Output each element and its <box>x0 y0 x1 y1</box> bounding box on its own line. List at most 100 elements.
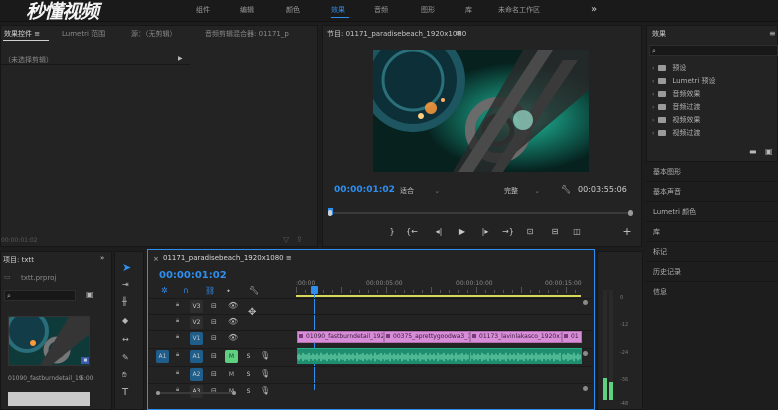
type-tool-icon[interactable]: T <box>122 388 128 398</box>
tab-effect-controls[interactable]: 效果控件 ≡ <box>4 29 40 39</box>
chevron-right-icon[interactable]: › <box>652 104 654 111</box>
chevron-right-icon[interactable]: › <box>652 130 654 137</box>
extract-icon[interactable]: ⊟ <box>548 228 562 236</box>
tab-audio-clip-mixer[interactable]: 音频剪辑混合器: 01171_p <box>205 29 289 39</box>
lift-icon[interactable]: ⊡ <box>523 228 537 236</box>
hand-tool-icon[interactable]: ✋︎ <box>122 371 127 379</box>
solo-button[interactable]: S <box>242 350 255 363</box>
track-select-icon[interactable]: ⇥ <box>122 281 129 289</box>
audio-clip-0[interactable] <box>297 348 384 364</box>
panel-section-4[interactable]: 标记 <box>646 241 778 261</box>
program-current-timecode[interactable]: 00:00:01:02 <box>334 185 395 195</box>
chevron-right-icon[interactable]: › <box>652 91 654 98</box>
video-clip-1[interactable]: 00375_aprettygoodwa3_192 <box>384 331 470 343</box>
chevron-right-icon[interactable]: › <box>652 117 654 124</box>
workspace-tab-1[interactable]: 编辑 <box>240 5 254 15</box>
wrench-icon[interactable]: 🔧︎ <box>249 287 259 295</box>
video-clip-0[interactable]: 01090_fastburndetail_1920 <box>297 331 384 343</box>
sequence-tab[interactable]: 01171_paradisebeach_1920x1080 ≡ <box>163 254 292 262</box>
panel-section-0[interactable]: 基本图形 <box>646 161 778 181</box>
microphone-icon[interactable]: 🎙︎ <box>260 352 270 360</box>
pen-tool-icon[interactable]: ✎ <box>122 354 129 362</box>
effects-folder-2[interactable]: › 音频效果 <box>652 89 700 99</box>
workspace-tab-5[interactable]: 图形 <box>421 5 435 15</box>
panel-section-3[interactable]: 库 <box>646 221 778 241</box>
track-target-a2[interactable]: A2 <box>190 368 203 381</box>
video-clip-2[interactable]: 01173_lavinlakasco_1920x10 <box>470 331 562 343</box>
project-more[interactable]: » <box>100 254 104 262</box>
solo-button[interactable]: S <box>242 368 255 381</box>
track-target-a1[interactable]: A1 <box>190 350 203 363</box>
go-to-in-icon[interactable]: {← <box>405 228 419 236</box>
filter-icon[interactable]: ▽ <box>283 236 289 244</box>
quality-select[interactable]: 完整 ⌄ <box>504 186 540 196</box>
audio-clip-2[interactable] <box>470 348 562 364</box>
sync-lock-icon[interactable]: ⊟ <box>211 334 217 342</box>
wrench-icon[interactable]: 🔧︎ <box>561 186 571 194</box>
go-to-out-icon[interactable]: →} <box>501 228 515 236</box>
new-folder-icon[interactable]: ▬ <box>749 148 757 156</box>
mark-in-icon[interactable]: } <box>385 228 399 236</box>
step-forward-icon[interactable]: |▸ <box>478 228 492 236</box>
magnet-icon[interactable]: ∩ <box>183 287 189 295</box>
eye-icon[interactable]: 👁︎ <box>228 318 238 326</box>
tab-source[interactable]: 源：（无剪辑） <box>131 29 177 39</box>
chevron-right-icon[interactable]: ▶ <box>178 55 183 63</box>
audio-clip-1[interactable] <box>384 348 470 364</box>
effects-menu-icon[interactable]: ≡ <box>769 30 776 38</box>
playhead-handle[interactable] <box>311 286 318 294</box>
fit-select[interactable]: 适合 ⌄ <box>400 186 440 196</box>
new-bin-icon[interactable]: ▣ <box>765 148 773 156</box>
close-sequence-icon[interactable]: × <box>153 255 159 263</box>
slip-tool-icon[interactable]: ↔ <box>122 336 129 344</box>
export-frame-icon[interactable]: ◫ <box>570 228 584 236</box>
mute-button[interactable]: M <box>225 368 238 381</box>
linked-icon[interactable]: ⛓ <box>205 287 215 295</box>
microphone-icon[interactable]: 🎙︎ <box>260 370 270 378</box>
panel-section-5[interactable]: 历史记录 <box>646 261 778 281</box>
lock-icon[interactable]: 🔒︎ <box>176 317 179 325</box>
mute-button[interactable]: M <box>225 350 238 363</box>
workspace-tab-7[interactable]: 未命名工作区 <box>498 5 540 15</box>
workspace-tab-0[interactable]: 组件 <box>196 5 210 15</box>
play-icon[interactable]: ▶ <box>455 228 469 236</box>
ripple-edit-icon[interactable]: ╫ <box>122 298 127 306</box>
snap-icon[interactable]: ✲ <box>161 287 168 295</box>
effects-folder-0[interactable]: › 预设 <box>652 63 686 73</box>
effects-folder-5[interactable]: › 视频过渡 <box>652 128 700 138</box>
workspace-more[interactable]: » <box>591 4 597 15</box>
lock-icon[interactable]: 🔒︎ <box>176 369 179 377</box>
workspace-tab-3[interactable]: 效果 <box>331 5 345 15</box>
sync-lock-icon[interactable]: ⊟ <box>211 302 217 310</box>
program-scrub-bar[interactable] <box>328 208 633 218</box>
workspace-tab-2[interactable]: 颜色 <box>286 5 300 15</box>
effects-folder-1[interactable]: › Lumetri 预设 <box>652 76 716 86</box>
lock-icon[interactable]: 🔒︎ <box>176 301 179 309</box>
razor-tool-icon[interactable]: ◆ <box>122 317 128 325</box>
project-search-input[interactable]: ⌕ <box>4 290 76 301</box>
chevron-right-icon[interactable]: › <box>652 65 654 72</box>
effects-folder-3[interactable]: › 音频过渡 <box>652 102 700 112</box>
workspace-tab-4[interactable]: 音频 <box>374 5 388 15</box>
eye-icon[interactable]: 👁︎ <box>228 302 238 310</box>
solo-button[interactable]: S <box>242 385 255 398</box>
chevron-right-icon[interactable]: › <box>652 78 654 85</box>
sync-lock-icon[interactable]: ⊟ <box>211 352 217 360</box>
tab-lumetri-scopes[interactable]: Lumetri 范围 <box>62 29 105 39</box>
panel-section-2[interactable]: Lumetri 颜色 <box>646 201 778 221</box>
lock-icon[interactable]: 🔒︎ <box>176 333 179 341</box>
project-clip-thumbnail[interactable]: ▦ <box>8 316 90 366</box>
audio-clip-3[interactable] <box>562 348 582 364</box>
panel-section-6[interactable]: 信息 <box>646 281 778 301</box>
sync-lock-icon[interactable]: ⊟ <box>211 370 217 378</box>
export-icon[interactable]: ⇪ <box>296 236 303 244</box>
timeline-timecode[interactable]: 00:00:01:02 <box>159 270 227 281</box>
work-area-bar[interactable] <box>296 295 581 297</box>
program-menu-icon[interactable]: ≡ <box>456 29 462 37</box>
sync-lock-icon[interactable]: ⊟ <box>211 318 217 326</box>
lock-icon[interactable]: 🔒︎ <box>176 351 179 359</box>
track-target-v3[interactable]: V3 <box>190 300 203 313</box>
track-target-v2[interactable]: V2 <box>190 316 203 329</box>
source-patch-a1[interactable]: A1 <box>156 350 169 363</box>
panel-section-1[interactable]: 基本声音 <box>646 181 778 201</box>
